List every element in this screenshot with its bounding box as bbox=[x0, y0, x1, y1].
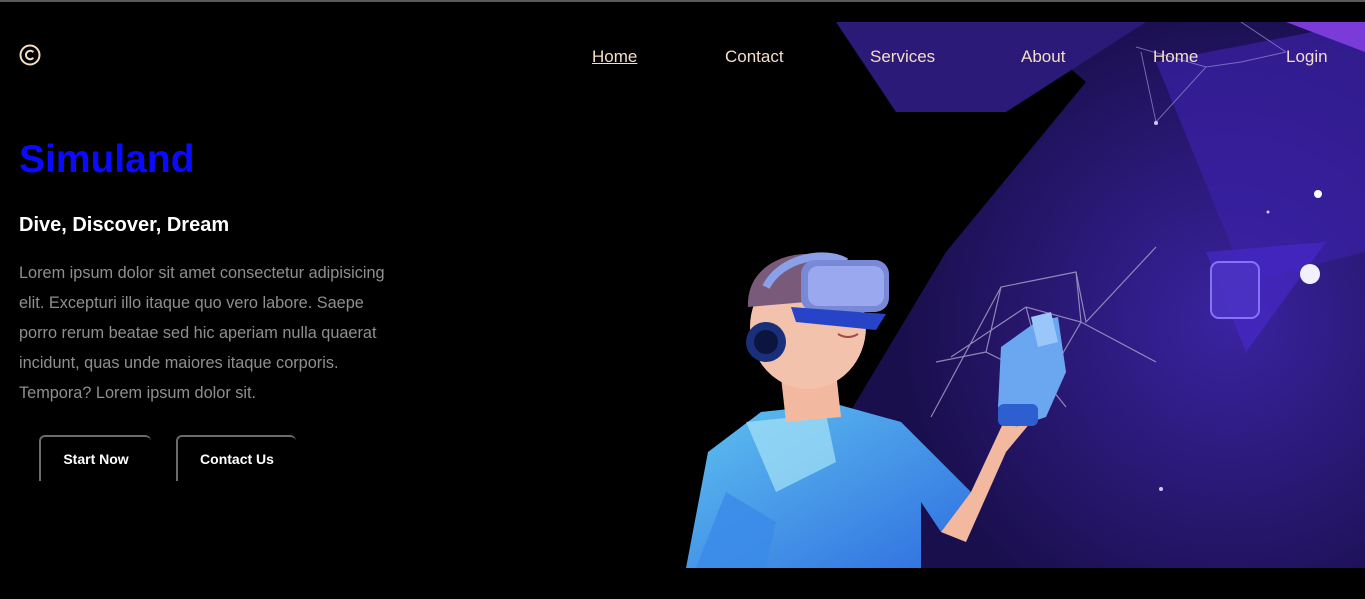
hero-subtitle: Dive, Discover, Dream bbox=[19, 214, 230, 236]
window-top-border bbox=[0, 0, 1365, 2]
hero-description: Lorem ipsum dolor sit amet consectetur a… bbox=[19, 264, 385, 402]
hero-illustration bbox=[686, 22, 1365, 568]
main-nav: Home Contact Services About Home Login bbox=[0, 47, 1365, 67]
start-now-button[interactable]: Start Now bbox=[39, 435, 151, 481]
nav-link-about[interactable]: About bbox=[1021, 47, 1065, 67]
nav-link-contact[interactable]: Contact bbox=[725, 47, 784, 67]
nav-link-home-secondary[interactable]: Home bbox=[1153, 47, 1198, 67]
nav-link-services[interactable]: Services bbox=[870, 47, 935, 67]
nav-link-home[interactable]: Home bbox=[592, 47, 637, 67]
contact-us-button[interactable]: Contact Us bbox=[176, 435, 296, 481]
nav-link-login[interactable]: Login bbox=[1286, 47, 1328, 67]
hero-title: Simuland bbox=[19, 138, 195, 181]
